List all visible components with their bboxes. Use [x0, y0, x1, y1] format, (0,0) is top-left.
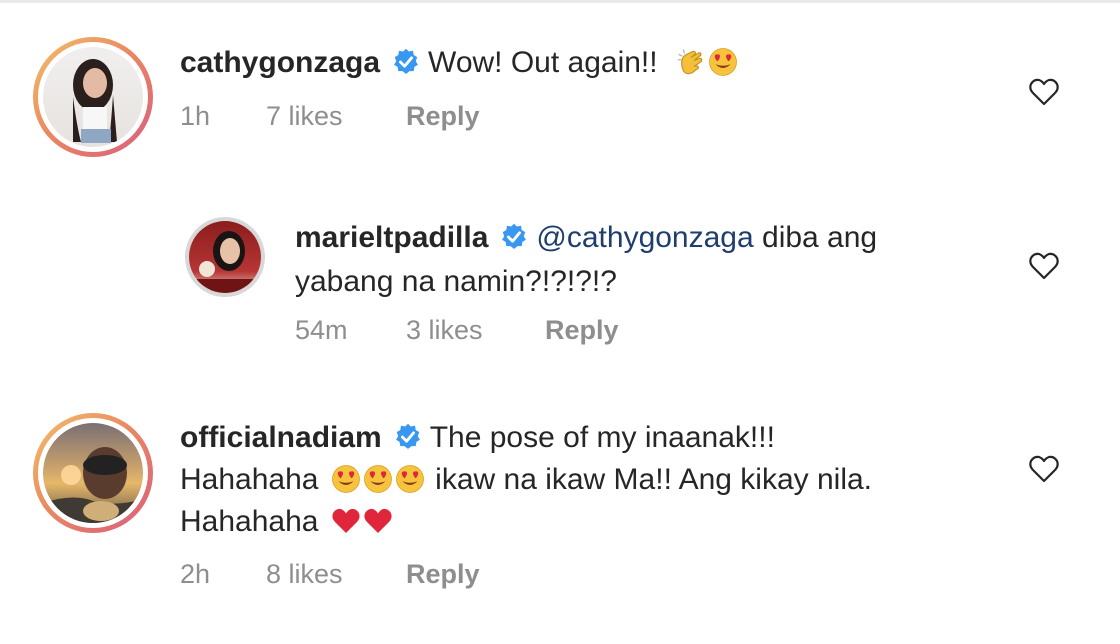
timestamp: 54m: [295, 315, 348, 345]
top-divider: [0, 0, 1120, 3]
comment-text: Hahahaha: [180, 463, 319, 496]
like-count[interactable]: 8 likes: [266, 558, 343, 590]
username[interactable]: cathygonzaga: [180, 46, 380, 79]
reply-button[interactable]: Reply: [545, 314, 619, 346]
user-photo-icon: [197, 231, 253, 293]
avatar-officialnadiam[interactable]: [33, 413, 153, 533]
username[interactable]: officialnadiam: [180, 421, 382, 454]
heart-eyes-emoji-icon: [331, 465, 360, 493]
comment-text-line: officialnadiam The pose of my inaanak!!!: [180, 418, 775, 458]
like-heart-icon[interactable]: [1028, 77, 1060, 107]
heart-eyes-emoji-icon: [709, 48, 737, 76]
like-count[interactable]: 7 likes: [266, 100, 343, 132]
avatar-cathygonzaga[interactable]: [33, 37, 153, 157]
comment-text: Wow! Out again!!: [428, 46, 658, 79]
verified-badge-icon: [394, 48, 418, 74]
comment-text: diba ang: [753, 221, 878, 254]
timestamp: 1h: [180, 101, 211, 131]
avatar-marieltpadilla[interactable]: [185, 217, 265, 297]
clapping-hands-icon: [677, 49, 703, 75]
comment-text: The pose of my inaanak!!!: [429, 421, 775, 454]
comment-text: ikaw na ikaw Ma!! Ang kikay nila.: [435, 463, 873, 496]
heart-eyes-emoji-icon: [395, 465, 424, 493]
like-heart-icon[interactable]: [1028, 454, 1060, 484]
user-photo-icon: [73, 59, 117, 143]
reply-button[interactable]: Reply: [406, 100, 480, 132]
comment-text-line: cathygonzaga Wow! Out again!!: [180, 43, 740, 83]
mention-link[interactable]: @cathygonzaga: [536, 221, 753, 254]
timestamp: 2h: [180, 559, 211, 589]
red-heart-emoji-icon: [364, 508, 392, 533]
comment-text: Hahahaha: [180, 505, 319, 538]
user-photo-icon: [43, 447, 143, 523]
heart-eyes-emoji-icon: [363, 465, 392, 493]
like-count[interactable]: 3 likes: [406, 314, 483, 346]
reply-text-line-2: yabang na namin?!?!?!?: [295, 265, 617, 298]
verified-badge-icon: [395, 423, 420, 449]
reply-text-line: marieltpadilla @cathygonzaga diba ang: [295, 218, 877, 258]
comment-text-line-3: Hahahaha: [180, 502, 395, 542]
red-heart-emoji-icon: [332, 508, 360, 533]
comment-text-line-2: Hahahaha ikaw na ikaw Ma!! Ang kikay nil…: [180, 460, 872, 500]
verified-badge-icon: [502, 223, 527, 249]
reply-button[interactable]: Reply: [406, 558, 480, 590]
username[interactable]: marieltpadilla: [295, 221, 488, 254]
like-heart-icon[interactable]: [1028, 251, 1060, 281]
